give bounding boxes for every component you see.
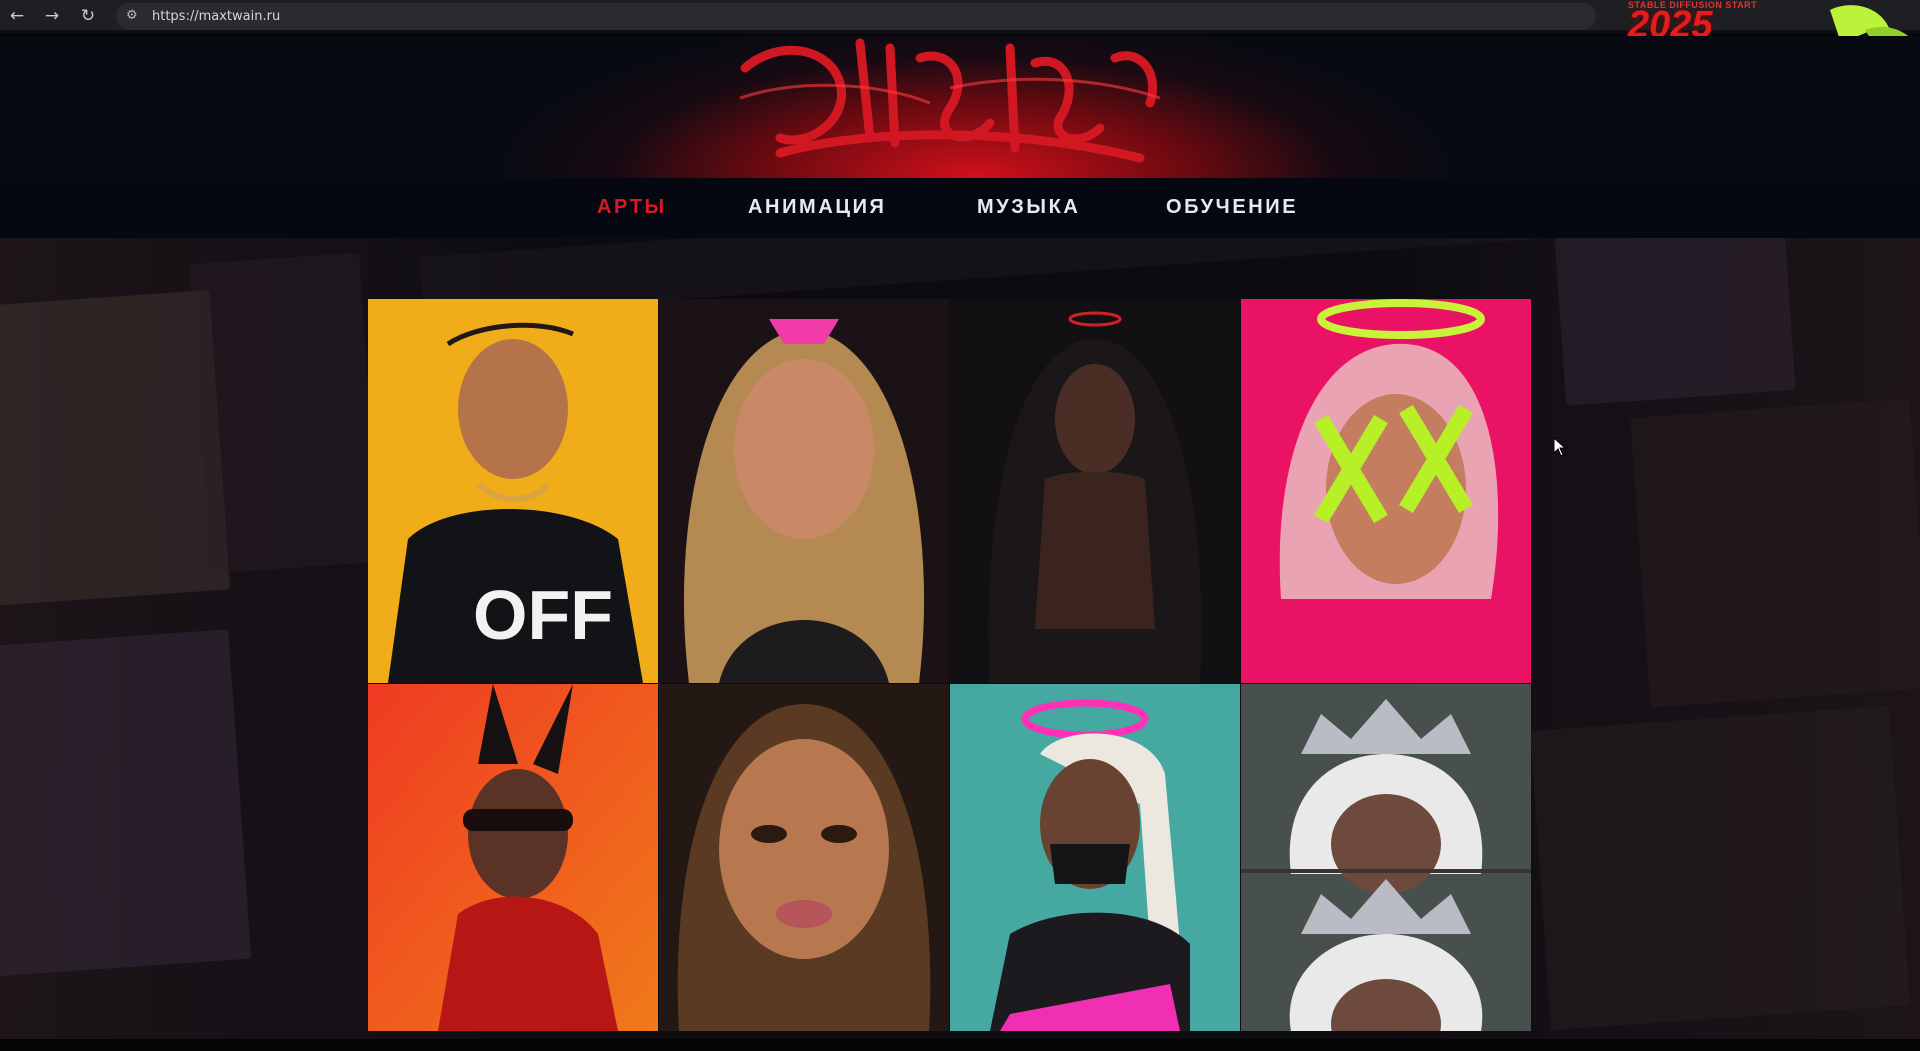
nav-item-learning[interactable]: ОБУЧЕНИЕ <box>1166 196 1298 219</box>
nav-item-music[interactable]: МУЗЫКА <box>977 196 1080 219</box>
art-gallery: OFF <box>368 263 1531 1031</box>
art-crown-girl[interactable] <box>1241 684 1531 1031</box>
site-header <box>0 36 1920 178</box>
bg-portrait-tile <box>1529 705 1911 1031</box>
nav-item-arts[interactable]: АРТЫ <box>597 196 667 219</box>
bg-portrait-tile <box>1554 238 1796 406</box>
gallery-image: OFF <box>368 299 658 683</box>
art-dirty-virgin-girl[interactable] <box>659 684 949 1031</box>
nav-item-animation[interactable]: АНИМАЦИЯ <box>748 196 887 219</box>
mouse-cursor-icon <box>1553 437 1567 457</box>
gallery-image <box>659 684 949 1031</box>
reload-icon[interactable]: ↻ <box>76 4 100 28</box>
bg-portrait-tile <box>1630 398 1920 708</box>
url-text[interactable]: https://maxtwain.ru <box>152 9 280 24</box>
address-bar[interactable]: ⚙ https://maxtwain.ru <box>116 3 1596 30</box>
gallery-image <box>950 299 1240 683</box>
art-bunny-ears-girl[interactable] <box>368 684 658 1031</box>
forward-icon[interactable]: → <box>40 4 64 28</box>
gallery-image <box>950 684 1240 1031</box>
gallery-image <box>1241 299 1531 683</box>
art-dark-halo-girl[interactable] <box>950 299 1240 683</box>
back-icon[interactable]: ← <box>5 4 29 28</box>
bg-portrait-tile <box>0 629 252 977</box>
bg-portrait-tile <box>189 252 381 574</box>
art-pink-bow-girl[interactable] <box>659 299 949 683</box>
art-neon-x-eyes-girl[interactable] <box>1241 299 1531 683</box>
main-navigation: АРТЫ АНИМАЦИЯ МУЗЫКА ОБУЧЕНИЕ <box>0 178 1920 238</box>
site-info-icon[interactable]: ⚙ <box>126 8 142 24</box>
art-off-shirt-girl[interactable]: OFF <box>368 299 658 683</box>
gallery-image <box>368 684 658 1031</box>
art-pink-halo-girl[interactable] <box>950 684 1240 1031</box>
bottom-edge <box>0 1039 1920 1051</box>
svg-text:OFF: OFF <box>473 576 613 654</box>
gallery-image <box>659 299 949 683</box>
gallery-image <box>1241 684 1531 1031</box>
max-twain-logo[interactable] <box>720 36 1180 178</box>
